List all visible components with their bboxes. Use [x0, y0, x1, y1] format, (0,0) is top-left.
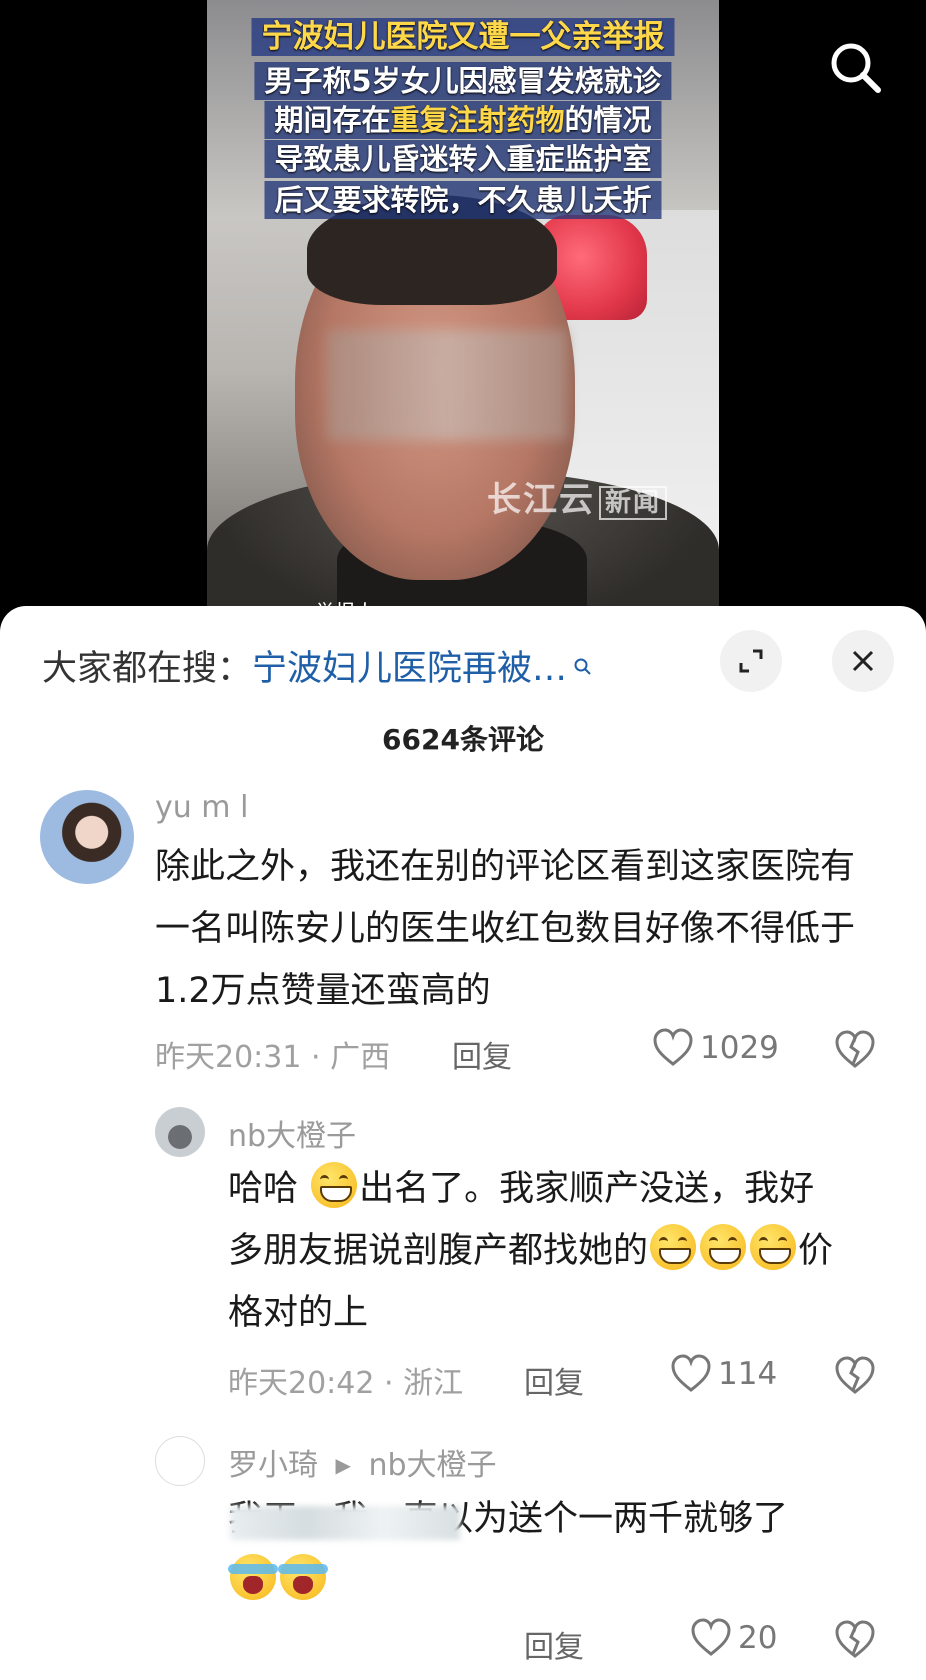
search-icon: [831, 43, 881, 93]
expand-icon: [739, 649, 763, 673]
comment-time-location: 昨天20:31 · 广西: [155, 1040, 391, 1075]
like-count: 114: [718, 1356, 778, 1392]
small-search-icon: [573, 646, 593, 686]
broken-heart-icon: [835, 1030, 875, 1068]
reply-button[interactable]: 回复: [452, 1032, 512, 1076]
heart-icon: [691, 1618, 731, 1656]
face-blur-mask: [327, 330, 567, 440]
like-button[interactable]: 114: [670, 1354, 777, 1394]
video-player[interactable]: 长江云新闻 举报人： 宁波妇儿医院又遭一父亲举报 男子称5岁女儿因感冒发烧就诊 …: [0, 0, 926, 620]
avatar[interactable]: [155, 1436, 205, 1486]
search-suggestion[interactable]: 大家都在搜：宁波妇儿医院再被…: [42, 640, 593, 691]
blurred-meta: [230, 1506, 460, 1540]
broken-heart-icon: [835, 1356, 875, 1394]
reply-arrow-icon: ▶: [335, 1453, 351, 1477]
comment-time-location: 昨天20:42 · 浙江: [228, 1366, 464, 1401]
close-icon: [852, 650, 874, 672]
comment-username-thread[interactable]: 罗小琦 ▶ nb大橙子: [228, 1440, 497, 1484]
like-count: 20: [738, 1620, 778, 1656]
avatar[interactable]: [40, 790, 134, 884]
like-button[interactable]: 20: [690, 1618, 777, 1658]
close-button[interactable]: [832, 630, 894, 692]
comment-text: 除此之外，我还在别的评论区看到这家医院有一名叫陈安儿的医生收红包数目好像不得低于…: [155, 847, 856, 1011]
caption-title: 宁波妇儿医院又遭一父亲举报: [251, 18, 675, 56]
suggestion-label: 大家都在搜：: [42, 649, 253, 689]
like-button[interactable]: 1029: [652, 1028, 779, 1068]
caption-line-3: 导致患儿昏迷转入重症监护室: [264, 140, 662, 178]
grin-emoji-icon: [700, 1224, 747, 1270]
dislike-button[interactable]: [834, 1356, 876, 1400]
comment-text: 哈哈 出名了。我家顺产没送，我好 多朋友据说剖腹产都找她的价 格对的上: [228, 1158, 908, 1344]
caption-line-1: 男子称5岁女儿因感冒发烧就诊: [254, 62, 672, 100]
news-watermark: 长江云 新闻: [487, 472, 668, 521]
caption-line-4: 后又要求转院，不久患儿夭折: [264, 181, 662, 219]
like-count: 1029: [700, 1030, 779, 1066]
reply-button[interactable]: 回复: [524, 1358, 584, 1402]
dislike-button[interactable]: [834, 1030, 876, 1074]
grin-emoji-icon: [650, 1224, 697, 1270]
expand-button[interactable]: [720, 630, 782, 692]
suggestion-query-link[interactable]: 宁波妇儿医院再被…: [252, 649, 567, 689]
heart-icon: [671, 1354, 711, 1392]
comment-username[interactable]: nb大橙子: [228, 1111, 356, 1155]
caption-line-2: 期间存在重复注射药物的情况: [264, 101, 662, 139]
reply-button[interactable]: 回复: [524, 1622, 584, 1666]
search-button[interactable]: [826, 38, 886, 98]
grin-emoji-icon: [311, 1162, 358, 1208]
comment-username[interactable]: yu m l: [155, 790, 248, 825]
dislike-button[interactable]: [834, 1620, 876, 1664]
laugh-cry-emoji-icon: [228, 1554, 278, 1600]
heart-icon: [653, 1028, 693, 1066]
laugh-cry-emoji-icon: [278, 1554, 328, 1600]
grin-emoji-icon: [750, 1224, 797, 1270]
broken-heart-icon: [835, 1620, 875, 1658]
avatar[interactable]: [155, 1107, 205, 1157]
comment-count: 6624条评论: [382, 723, 544, 756]
